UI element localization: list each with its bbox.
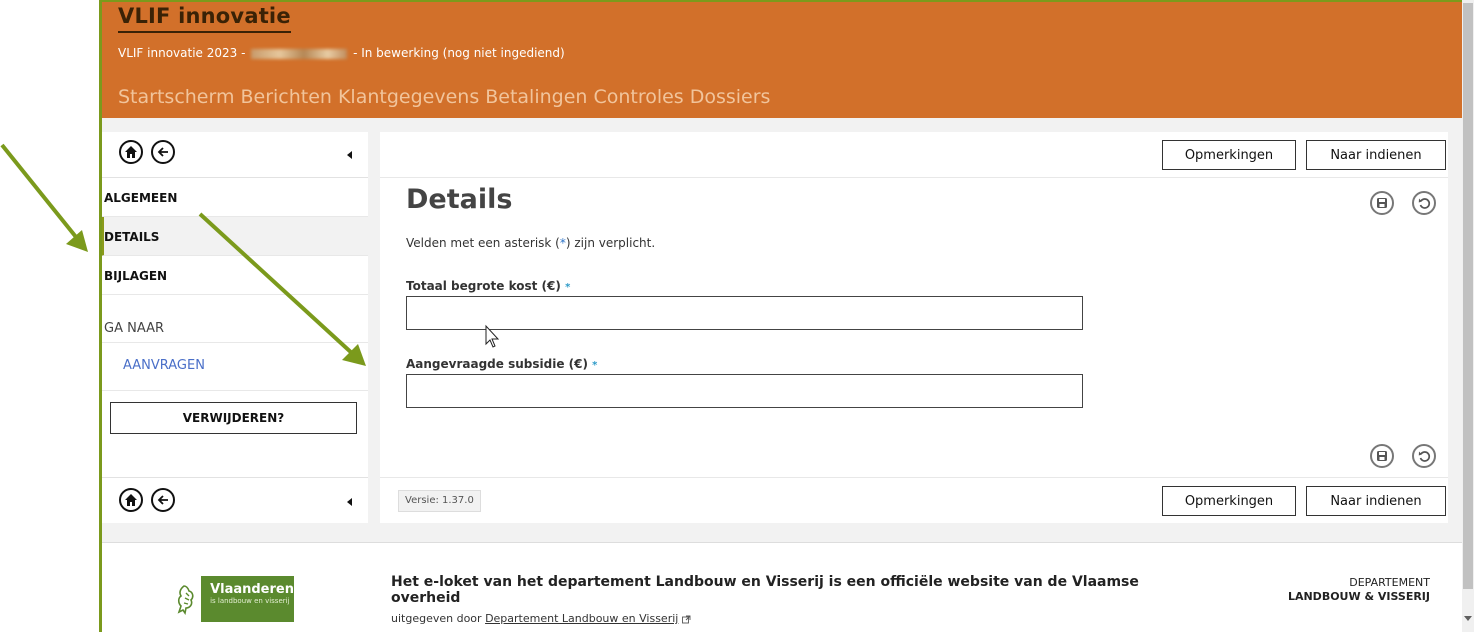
- annotation-arrow: [0, 143, 88, 252]
- mouse-cursor-icon: [485, 324, 500, 348]
- page: VLIF innovatie VLIF innovatie 2023 - - I…: [0, 0, 1474, 632]
- annotation-overlay: [0, 143, 500, 366]
- annotation-arrow: [198, 212, 366, 366]
